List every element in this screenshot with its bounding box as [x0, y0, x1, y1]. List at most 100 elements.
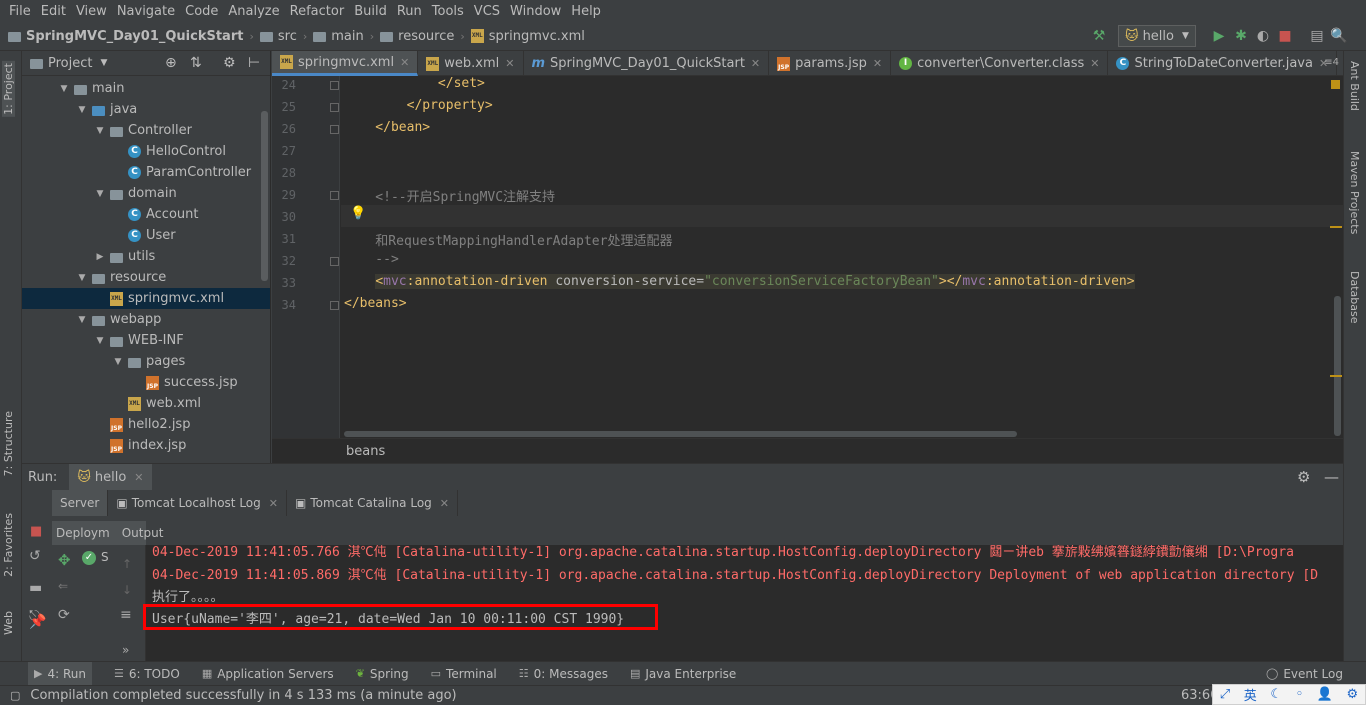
fold-marker-icon[interactable] [330, 81, 339, 90]
maven-projects-tool-tab[interactable]: Maven Projects [1348, 151, 1361, 234]
menu-build[interactable]: Build [349, 4, 392, 19]
vertical-scrollbar[interactable] [1334, 296, 1341, 436]
server-item[interactable]: S [101, 550, 109, 564]
tool-event-log[interactable]: ◯ Event Log [1266, 667, 1343, 681]
structure-tool-tab[interactable]: 7: Structure [2, 411, 15, 476]
user-icon[interactable]: 👤 [1317, 687, 1333, 702]
close-icon[interactable]: ✕ [440, 497, 449, 510]
tree-item[interactable]: ▼ resource [22, 267, 270, 288]
tab-converter-class[interactable]: Iconverter\Converter.class ✕ [891, 51, 1109, 76]
tab-maven-project[interactable]: m SpringMVC_Day01_QuickStart ✕ [524, 51, 770, 76]
tree-scrollbar[interactable] [261, 111, 268, 281]
build-hammer-icon[interactable]: ⚒ [1088, 25, 1110, 47]
tree-item[interactable]: XML springmvc.xml [22, 288, 270, 309]
up-arrow-icon[interactable]: ⇐ [58, 579, 68, 593]
fold-marker-icon[interactable] [330, 191, 339, 200]
locate-icon[interactable]: ⊕ [165, 55, 177, 71]
chevron-down-icon[interactable]: ▼ [94, 189, 106, 199]
console-output[interactable]: 04-Dec-2019 11:41:05.766 淇℃伅 [Catalina-u… [146, 545, 1343, 661]
tree-item[interactable]: C ParamController [22, 162, 270, 183]
tab-springmvc-xml[interactable]: XML springmvc.xml ✕ [272, 51, 419, 76]
web-tool-tab[interactable]: Web [2, 611, 15, 635]
punctuation-icon[interactable]: ◦ [1296, 687, 1304, 702]
menu-analyze[interactable]: Analyze [223, 4, 284, 19]
close-icon[interactable]: ✕ [134, 471, 143, 484]
ant-build-tool-tab[interactable]: Ant Build [1348, 61, 1361, 111]
coverage-icon[interactable]: ◐ [1252, 25, 1274, 47]
code-editor[interactable]: 24 </set> 25 </property> 26 </bean> 27 28 29 … [272, 76, 1343, 438]
tab-params-jsp[interactable]: JSP params.jsp ✕ [769, 51, 892, 76]
tab-stringtodateconverter[interactable]: C StringToDateConverter.java ✕ [1108, 51, 1338, 76]
pin-icon[interactable]: 📌 [29, 614, 46, 630]
run-config-select[interactable]: 🐱 hello ▼ [1118, 25, 1196, 47]
gear-icon[interactable]: ⚙ [1297, 468, 1310, 486]
layout-icon[interactable]: ▬ [29, 580, 42, 596]
chevron-down-icon[interactable]: ▼ [94, 336, 106, 346]
search-icon[interactable]: 🔍 [1328, 25, 1350, 47]
tree-item[interactable]: ▼ WEB-INF [22, 330, 270, 351]
project-tool-tab[interactable]: 1: Project [2, 61, 15, 117]
project-panel-title[interactable]: Project [48, 56, 92, 71]
menu-help[interactable]: Help [566, 4, 606, 19]
menu-run[interactable]: Run [392, 4, 427, 19]
settings-icon[interactable]: ⚙ [1347, 687, 1359, 702]
fold-marker-icon[interactable] [330, 125, 339, 134]
chevron-down-icon[interactable]: ▼ [112, 357, 124, 367]
database-tool-tab[interactable]: Database [1348, 271, 1361, 324]
ime-language[interactable]: 英 [1244, 685, 1257, 704]
tab-web-xml[interactable]: XML web.xml ✕ [418, 51, 524, 76]
status-message[interactable]: Compilation completed successfully in 4 … [30, 688, 456, 703]
menu-view[interactable]: View [71, 4, 112, 19]
refresh-icon[interactable]: ↺ [29, 548, 41, 564]
breadcrumb-src[interactable]: src [278, 29, 297, 44]
run-icon[interactable]: ▶ [1208, 25, 1230, 47]
fold-marker-icon[interactable] [330, 257, 339, 266]
close-icon[interactable]: ✕ [873, 57, 882, 70]
collapse-all-icon[interactable]: ⇅ [190, 55, 202, 71]
menu-file[interactable]: File [4, 4, 36, 19]
tab-server[interactable]: Server [52, 490, 109, 516]
menu-navigate[interactable]: Navigate [112, 4, 180, 19]
tree-item[interactable]: ▶ utils [22, 246, 270, 267]
tool-java-enterprise[interactable]: ▤ Java Enterprise [630, 667, 736, 681]
tree-item[interactable]: ▼ pages [22, 351, 270, 372]
chevron-down-icon[interactable]: ▼ [94, 126, 106, 136]
tree-item[interactable]: XML web.xml [22, 393, 270, 414]
tool-messages[interactable]: ☷ 0: Messages [519, 667, 608, 681]
horizontal-scrollbar[interactable] [344, 431, 1017, 437]
menu-refactor[interactable]: Refactor [285, 4, 350, 19]
tree-item[interactable]: JSP hello2.jsp [22, 414, 270, 435]
tool-spring[interactable]: ❦ Spring [356, 667, 409, 681]
tab-tomcat-localhost-log[interactable]: ▣ Tomcat Localhost Log ✕ [108, 490, 287, 516]
chevron-down-icon[interactable]: ▼ [76, 315, 88, 325]
tool-terminal[interactable]: ▭ Terminal [431, 667, 497, 681]
tree-item[interactable]: C HelloControl [22, 141, 270, 162]
chevron-down-icon[interactable]: ▼ [76, 105, 88, 115]
deploy-icon[interactable]: ✥ [58, 551, 71, 569]
tree-item[interactable]: C Account [22, 204, 270, 225]
minimize-icon[interactable]: — [1324, 468, 1339, 486]
ime-switch-icon[interactable]: ⤢ [1220, 687, 1230, 702]
tree-item[interactable]: ▼ Controller [22, 120, 270, 141]
stop-icon[interactable]: ■ [30, 524, 42, 539]
scroll-up-icon[interactable]: ↑ [122, 557, 132, 571]
tab-deployment[interactable]: Deploym [52, 526, 114, 540]
intention-bulb-icon[interactable]: 💡 [350, 206, 366, 221]
project-structure-icon[interactable]: ▤ [1306, 25, 1328, 47]
tab-tomcat-catalina-log[interactable]: ▣ Tomcat Catalina Log ✕ [287, 490, 458, 516]
tool-run[interactable]: ▶ 4: Run [28, 662, 92, 685]
chevron-right-icon[interactable]: ▶ [94, 252, 106, 262]
favorites-tool-tab[interactable]: 2: Favorites [2, 513, 15, 577]
tool-todo[interactable]: ☰ 6: TODO [114, 667, 180, 681]
chevron-down-icon[interactable]: ▼ [76, 273, 88, 283]
close-icon[interactable]: ✕ [269, 497, 278, 510]
breadcrumb-file[interactable]: springmvc.xml [489, 29, 585, 44]
fold-marker-icon[interactable] [330, 103, 339, 112]
close-icon[interactable]: ✕ [751, 57, 760, 70]
stop-icon[interactable]: ■ [1274, 25, 1296, 47]
refresh-icon[interactable]: ⟳ [58, 607, 70, 623]
tabs-overflow[interactable]: ≡4 [1324, 57, 1339, 68]
tree-item[interactable]: JSP success.jsp [22, 372, 270, 393]
menu-code[interactable]: Code [180, 4, 223, 19]
tree-item[interactable]: ▼ java [22, 99, 270, 120]
